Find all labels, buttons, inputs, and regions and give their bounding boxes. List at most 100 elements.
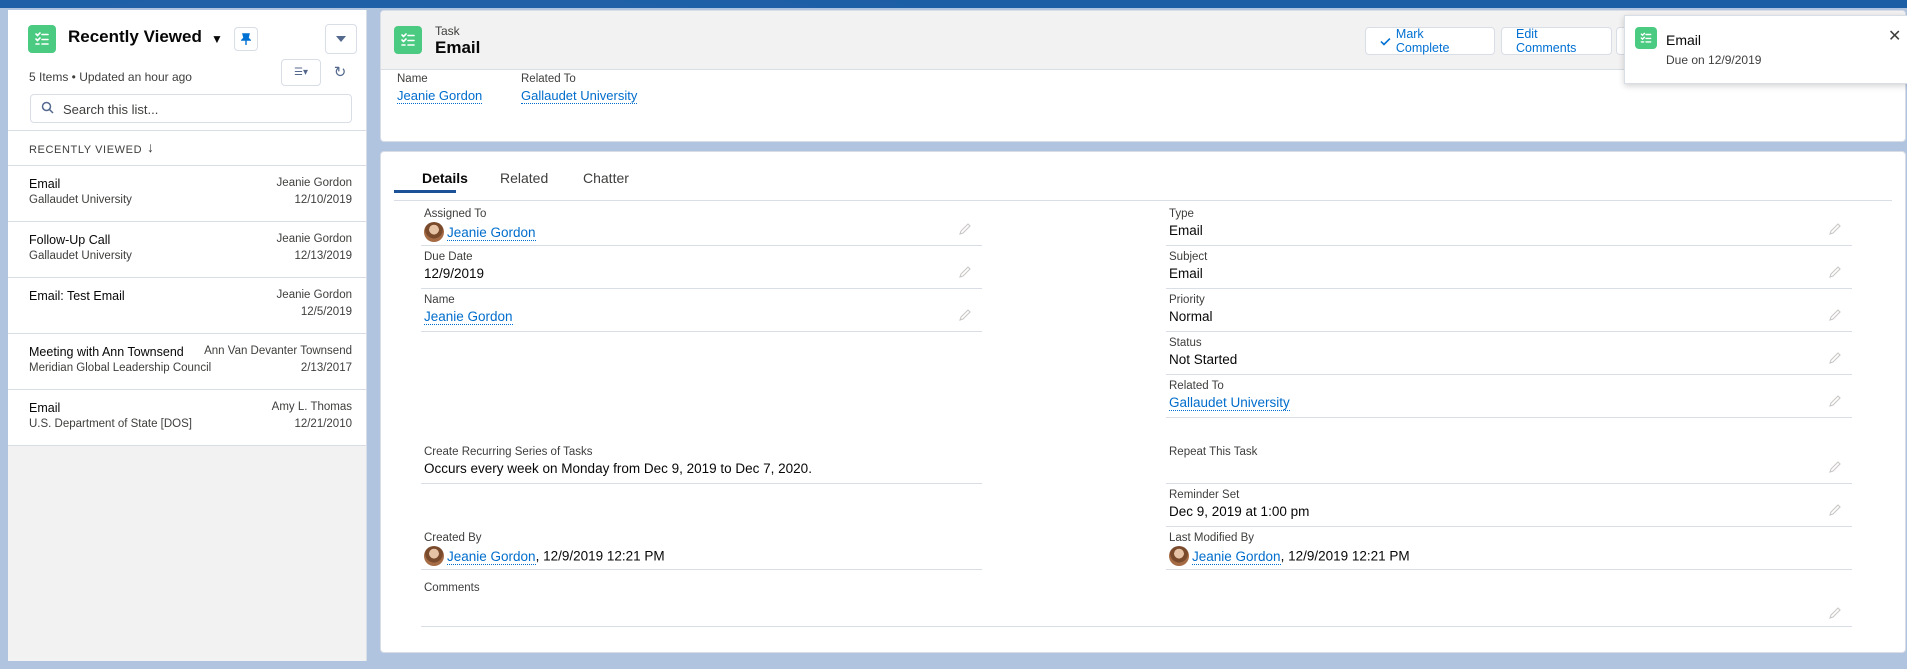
mark-complete-button[interactable]: Mark Complete: [1365, 27, 1495, 55]
pin-icon[interactable]: [234, 27, 258, 51]
list-item-name: Amy L. Thomas: [271, 401, 352, 413]
list-item-title: Meeting with Ann Townsend: [29, 345, 184, 359]
field-recurring-series: Create Recurring Series of Tasks Occurs …: [421, 440, 982, 484]
tab-chatter[interactable]: Chatter: [583, 170, 629, 186]
list-item-name: Jeanie Gordon: [276, 233, 352, 245]
list-item-date: 12/5/2019: [300, 306, 352, 318]
record-title: Email: [435, 38, 481, 57]
highlight-related-label: Related To: [521, 73, 576, 85]
edit-comments-button[interactable]: Edit Comments: [1501, 27, 1612, 55]
active-tab-indicator: [394, 190, 456, 193]
list-item-date: 2/13/2017: [300, 362, 352, 374]
field-value: Gallaudet University: [1169, 395, 1290, 411]
created-by-link[interactable]: Jeanie Gordon: [447, 548, 536, 565]
field-value: Jeanie Gordon: [424, 309, 513, 325]
tab-bar: Details Related Chatter: [394, 160, 1892, 201]
reminder-toast[interactable]: Email Due on 12/9/2019 ✕: [1624, 15, 1907, 84]
field-value: Occurs every week on Monday from Dec 9, …: [424, 461, 812, 476]
field-value: Normal: [1169, 309, 1213, 324]
field-label: Status: [1169, 337, 1202, 349]
list-item-subtitle: Gallaudet University: [29, 194, 132, 206]
list-view-panel: Recently Viewed ▼ 5 Items • Updated an h…: [8, 10, 367, 661]
sort-header[interactable]: RECENTLY VIEWED ↓: [8, 131, 366, 166]
name-link[interactable]: Jeanie Gordon: [424, 309, 513, 325]
list-item-subtitle: U.S. Department of State [DOS]: [29, 418, 192, 430]
search-input[interactable]: [61, 96, 345, 122]
related-to-link[interactable]: Gallaudet University: [1169, 395, 1290, 411]
highlight-name-link[interactable]: Jeanie Gordon: [397, 88, 483, 104]
field-value: Email: [1169, 223, 1203, 238]
list-item[interactable]: Email Gallaudet University Jeanie Gordon…: [8, 166, 366, 222]
display-as-table-icon[interactable]: ☰▾: [281, 59, 321, 86]
tab-details[interactable]: Details: [422, 170, 468, 186]
pencil-icon[interactable]: [1828, 308, 1842, 322]
field-label: Due Date: [424, 251, 473, 263]
arrow-down-icon: ↓: [147, 139, 154, 155]
list-item-title: Follow-Up Call: [29, 233, 111, 247]
pencil-icon[interactable]: [1828, 351, 1842, 365]
field-value: 12/9/2019: [424, 266, 485, 281]
list-item[interactable]: Email: Test Email Jeanie Gordon 12/5/201…: [8, 278, 366, 334]
field-value: Jeanie Gordon, 12/9/2019 12:21 PM: [1169, 546, 1410, 567]
field-value: Jeanie Gordon, 12/9/2019 12:21 PM: [424, 546, 665, 567]
last-modified-link[interactable]: Jeanie Gordon: [1192, 548, 1281, 565]
list-view-controls-button[interactable]: [325, 24, 357, 54]
pencil-icon[interactable]: [958, 222, 972, 236]
pencil-icon[interactable]: [1828, 460, 1842, 474]
field-value: Dec 9, 2019 at 1:00 pm: [1169, 504, 1310, 519]
field-name: Name Jeanie Gordon: [421, 288, 982, 332]
chevron-down-icon[interactable]: ▼: [211, 32, 223, 46]
field-label: Subject: [1169, 251, 1208, 263]
refresh-icon[interactable]: ↻: [330, 62, 350, 82]
pencil-icon[interactable]: [958, 308, 972, 322]
pencil-icon[interactable]: [958, 265, 972, 279]
last-modified-stamp: , 12/9/2019 12:21 PM: [1280, 548, 1410, 564]
field-label: Created By: [424, 532, 482, 544]
field-created-by: Created By Jeanie Gordon, 12/9/2019 12:2…: [421, 526, 982, 570]
tab-related[interactable]: Related: [500, 170, 548, 186]
pencil-icon[interactable]: [1828, 222, 1842, 236]
sort-label: RECENTLY VIEWED: [29, 144, 143, 156]
avatar: [1169, 546, 1189, 566]
checkmark-icon: [1380, 37, 1391, 46]
list-item-date: 12/21/2010: [294, 418, 352, 430]
pencil-icon[interactable]: [1828, 265, 1842, 279]
pencil-icon[interactable]: [1828, 503, 1842, 517]
list-item[interactable]: Email U.S. Department of State [DOS] Amy…: [8, 390, 366, 446]
list-item-name: Jeanie Gordon: [276, 289, 352, 301]
list-item-name: Ann Van Devanter Townsend: [204, 345, 352, 357]
record-detail-card: Details Related Chatter Assigned To Jean…: [380, 151, 1906, 653]
mark-complete-label: Mark Complete: [1395, 27, 1450, 55]
search-box: [30, 94, 352, 123]
field-label: Reminder Set: [1169, 489, 1240, 501]
highlight-related-link[interactable]: Gallaudet University: [521, 88, 638, 104]
field-label: Repeat This Task: [1169, 446, 1258, 458]
list-item-date: 12/13/2019: [294, 250, 352, 262]
field-repeat-task: Repeat This Task: [1166, 440, 1852, 484]
close-icon[interactable]: ✕: [1888, 26, 1901, 46]
field-subject: Subject Email: [1166, 245, 1852, 289]
created-by-stamp: , 12/9/2019 12:21 PM: [535, 548, 665, 564]
list-view-header: Recently Viewed ▼ 5 Items • Updated an h…: [8, 10, 366, 131]
list-item[interactable]: Meeting with Ann Townsend Meridian Globa…: [8, 334, 366, 390]
list-item-subtitle: Meridian Global Leadership Council: [29, 362, 212, 374]
list-view-title[interactable]: Recently Viewed: [68, 27, 202, 47]
field-priority: Priority Normal: [1166, 288, 1852, 332]
list-item[interactable]: Follow-Up Call Gallaudet University Jean…: [8, 222, 366, 278]
pencil-icon[interactable]: [1828, 606, 1842, 620]
field-label: Comments: [424, 582, 480, 594]
field-reminder-set: Reminder Set Dec 9, 2019 at 1:00 pm: [1166, 483, 1852, 527]
list-item-title: Email: Test Email: [29, 289, 125, 303]
field-label: Last Modified By: [1169, 532, 1255, 544]
pencil-icon[interactable]: [1828, 394, 1842, 408]
field-value: Jeanie Gordon: [424, 222, 536, 243]
task-icon: [28, 25, 56, 53]
list-item-subtitle: Gallaudet University: [29, 250, 132, 262]
field-assigned-to: Assigned To Jeanie Gordon: [421, 202, 982, 246]
list-item-name: Jeanie Gordon: [276, 177, 352, 189]
assigned-to-link[interactable]: Jeanie Gordon: [447, 224, 536, 241]
field-value: Email: [1169, 266, 1203, 281]
highlight-name-label: Name: [397, 73, 428, 85]
toast-title: Email: [1666, 32, 1702, 48]
field-status: Status Not Started: [1166, 331, 1852, 375]
